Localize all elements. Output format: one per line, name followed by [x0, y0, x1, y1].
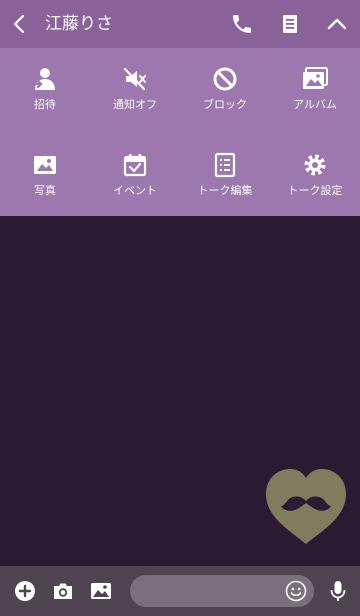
- settings-icon: [304, 154, 326, 176]
- menu-item-label: トーク設定: [287, 184, 343, 197]
- menu-item-photo[interactable]: 写真: [0, 152, 90, 224]
- block-icon: [213, 67, 237, 91]
- heart-mustache-icon: [266, 469, 346, 544]
- chevron-left-icon: [13, 14, 25, 34]
- menu-item-label: イベント: [113, 184, 157, 197]
- menu-item-mute[interactable]: 通知オフ: [90, 66, 180, 138]
- event-icon: [123, 154, 147, 177]
- chevron-up-icon: [327, 18, 347, 30]
- note-icon: [283, 15, 297, 33]
- menu-item-block[interactable]: ブロック: [180, 66, 270, 138]
- message-input[interactable]: [130, 575, 314, 607]
- menu-item-label: ブロック: [203, 98, 247, 111]
- menu-item-label: アルバム: [293, 98, 337, 111]
- voice-button[interactable]: [326, 579, 350, 603]
- chat-menu-panel: 招待 通知オフ ブロック アルバム 写真 イベント トーク編集 トーク設定: [0, 48, 360, 216]
- add-button[interactable]: [13, 579, 37, 603]
- talk-edit-icon: [214, 152, 236, 178]
- camera-button[interactable]: [51, 579, 75, 603]
- emoji-icon[interactable]: [284, 579, 308, 603]
- message-input-bar: [0, 566, 360, 616]
- menu-item-invite[interactable]: 招待: [0, 66, 90, 138]
- invite-icon: [32, 68, 55, 90]
- mute-icon: [123, 67, 146, 91]
- back-button[interactable]: [8, 12, 32, 36]
- phone-icon: [233, 15, 251, 33]
- menu-item-label: トーク編集: [197, 184, 253, 197]
- menu-item-talk-edit[interactable]: トーク編集: [180, 152, 270, 224]
- menu-item-album[interactable]: アルバム: [270, 66, 360, 138]
- album-icon: [303, 67, 328, 89]
- camera-icon: [54, 583, 72, 599]
- microphone-icon: [330, 581, 346, 601]
- collapse-menu-button[interactable]: [325, 12, 349, 36]
- menu-item-label: 写真: [34, 184, 56, 197]
- notes-button[interactable]: [278, 12, 302, 36]
- photo-icon: [34, 156, 56, 174]
- header-bar: 江藤りさ: [0, 0, 360, 48]
- image-button[interactable]: [89, 579, 113, 603]
- call-button[interactable]: [230, 12, 254, 36]
- menu-item-label: 招待: [34, 98, 56, 111]
- plus-circle-icon: [15, 581, 35, 601]
- menu-item-talk-settings[interactable]: トーク設定: [270, 152, 360, 224]
- menu-item-event[interactable]: イベント: [90, 152, 180, 224]
- menu-item-label: 通知オフ: [113, 98, 157, 111]
- image-icon: [91, 583, 111, 599]
- chat-title: 江藤りさ: [45, 14, 113, 34]
